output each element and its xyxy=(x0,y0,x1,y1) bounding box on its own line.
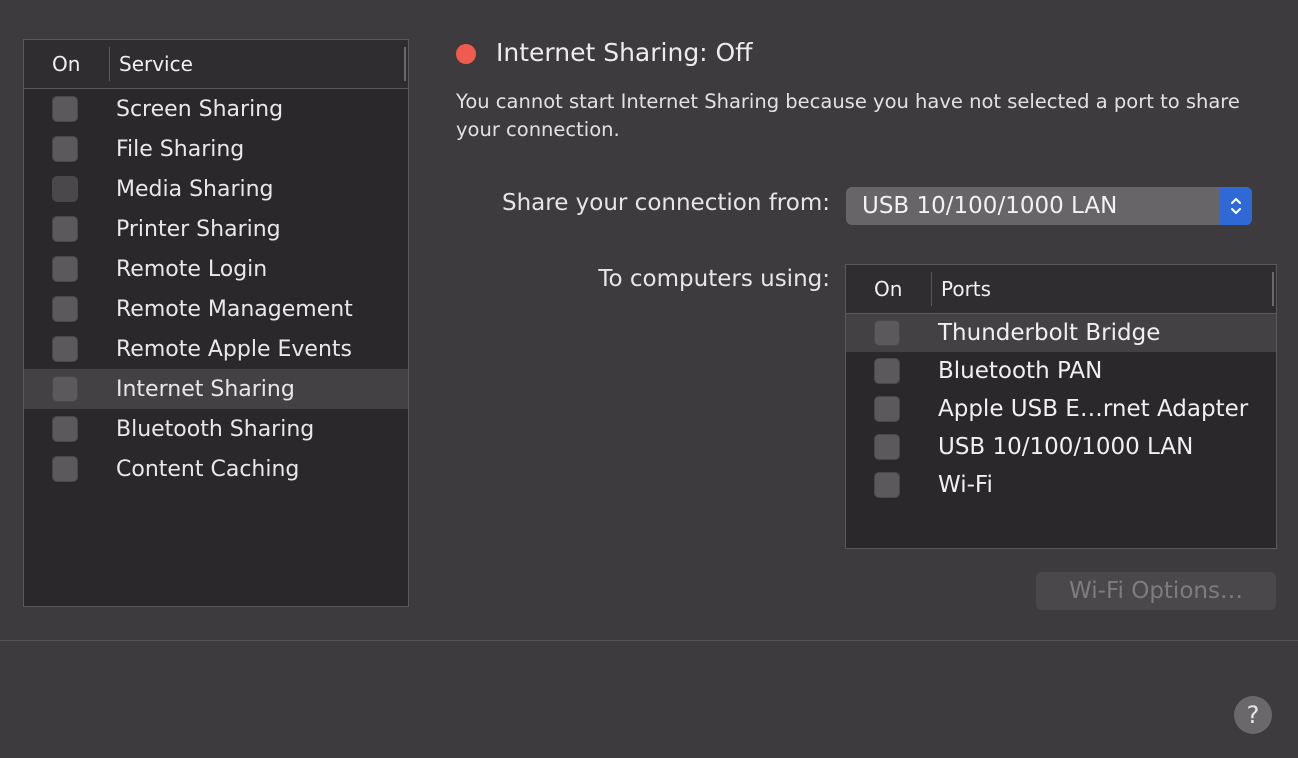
port-label: Thunderbolt Bridge xyxy=(938,320,1161,346)
service-label: File Sharing xyxy=(116,136,245,162)
services-table[interactable]: On Service Screen Sharing File Sharing Med… xyxy=(23,39,409,607)
service-checkbox-cell xyxy=(24,376,116,402)
service-label: Remote Apple Events xyxy=(116,336,352,362)
port-checkbox[interactable] xyxy=(874,434,900,460)
service-checkbox[interactable] xyxy=(52,136,78,162)
status-description: You cannot start Internet Sharing becaus… xyxy=(456,90,1240,141)
service-label: Screen Sharing xyxy=(116,96,284,122)
service-label: Remote Management xyxy=(116,296,353,322)
service-checkbox[interactable] xyxy=(52,216,78,242)
service-label: Printer Sharing xyxy=(116,216,281,242)
column-header-on[interactable]: On xyxy=(846,277,931,301)
port-row[interactable]: Apple USB E…rnet Adapter xyxy=(846,390,1276,428)
to-computers-label: To computers using: xyxy=(598,266,830,292)
service-row[interactable]: Printer Sharing xyxy=(24,209,408,249)
column-header-ports[interactable]: Ports xyxy=(932,277,1272,301)
services-list: Screen Sharing File Sharing Media Sharing P… xyxy=(24,89,408,489)
service-row[interactable]: Remote Apple Events xyxy=(24,329,408,369)
share-from-label: Share your connection from: xyxy=(501,190,830,216)
port-row[interactable]: USB 10/100/1000 LAN xyxy=(846,428,1276,466)
service-label: Remote Login xyxy=(116,256,268,282)
service-row[interactable]: Bluetooth Sharing xyxy=(24,409,408,449)
service-row[interactable]: Content Caching xyxy=(24,449,408,489)
service-row[interactable]: Remote Login xyxy=(24,249,408,289)
service-label: Internet Sharing xyxy=(116,376,295,402)
port-checkbox-cell xyxy=(846,396,938,422)
service-checkbox-cell xyxy=(24,256,116,282)
service-checkbox[interactable] xyxy=(52,296,78,322)
service-checkbox-cell xyxy=(24,416,116,442)
ports-table-header: On Ports xyxy=(846,265,1276,314)
service-row[interactable]: Remote Management xyxy=(24,289,408,329)
service-checkbox-cell xyxy=(24,216,116,242)
column-header-service[interactable]: Service xyxy=(110,52,404,76)
port-checkbox-cell xyxy=(846,358,938,384)
share-from-popup[interactable]: USB 10/100/1000 LAN xyxy=(846,187,1252,225)
service-checkbox-cell xyxy=(24,176,116,202)
service-checkbox-cell xyxy=(24,136,116,162)
footer-divider xyxy=(0,640,1298,641)
port-row[interactable]: Bluetooth PAN xyxy=(846,352,1276,390)
status-title: Internet Sharing: Off xyxy=(496,38,753,67)
service-checkbox[interactable] xyxy=(52,176,78,202)
service-checkbox[interactable] xyxy=(52,96,78,122)
service-checkbox[interactable] xyxy=(52,336,78,362)
service-row[interactable]: Internet Sharing xyxy=(24,369,408,409)
service-checkbox[interactable] xyxy=(52,256,78,282)
port-checkbox[interactable] xyxy=(874,358,900,384)
column-resize-handle[interactable] xyxy=(1272,272,1274,306)
port-label: Wi-Fi xyxy=(938,472,993,498)
service-checkbox[interactable] xyxy=(52,376,78,402)
status-indicator-icon xyxy=(456,44,476,64)
port-label: USB 10/100/1000 LAN xyxy=(938,434,1194,460)
service-label: Content Caching xyxy=(116,456,300,482)
port-checkbox[interactable] xyxy=(874,472,900,498)
service-label: Bluetooth Sharing xyxy=(116,416,315,442)
column-resize-handle[interactable] xyxy=(404,47,406,81)
service-row[interactable]: Media Sharing xyxy=(24,169,408,209)
ports-list: Thunderbolt Bridge Bluetooth PAN Apple USB… xyxy=(846,314,1276,504)
column-header-on[interactable]: On xyxy=(24,52,109,76)
help-button[interactable]: ? xyxy=(1234,696,1272,734)
port-checkbox-cell xyxy=(846,320,938,346)
service-checkbox[interactable] xyxy=(52,416,78,442)
service-checkbox-cell xyxy=(24,296,116,322)
port-checkbox[interactable] xyxy=(874,396,900,422)
updown-chevron-icon xyxy=(1220,187,1252,225)
port-checkbox[interactable] xyxy=(874,320,900,346)
port-row[interactable]: Thunderbolt Bridge xyxy=(846,314,1276,352)
port-label: Apple USB E…rnet Adapter xyxy=(938,396,1249,422)
service-row[interactable]: File Sharing xyxy=(24,129,408,169)
port-checkbox-cell xyxy=(846,472,938,498)
service-label: Media Sharing xyxy=(116,176,274,202)
port-label: Bluetooth PAN xyxy=(938,358,1103,384)
service-checkbox[interactable] xyxy=(52,456,78,482)
service-checkbox-cell xyxy=(24,336,116,362)
ports-table[interactable]: On Ports Thunderbolt Bridge Bluetooth PAN… xyxy=(845,264,1277,549)
service-checkbox-cell xyxy=(24,456,116,482)
port-row[interactable]: Wi-Fi xyxy=(846,466,1276,504)
share-from-value: USB 10/100/1000 LAN xyxy=(862,193,1118,219)
service-checkbox-cell xyxy=(24,96,116,122)
service-row[interactable]: Screen Sharing xyxy=(24,89,408,129)
services-table-header: On Service xyxy=(24,40,408,89)
port-checkbox-cell xyxy=(846,434,938,460)
wifi-options-button[interactable]: Wi-Fi Options… xyxy=(1036,572,1276,610)
